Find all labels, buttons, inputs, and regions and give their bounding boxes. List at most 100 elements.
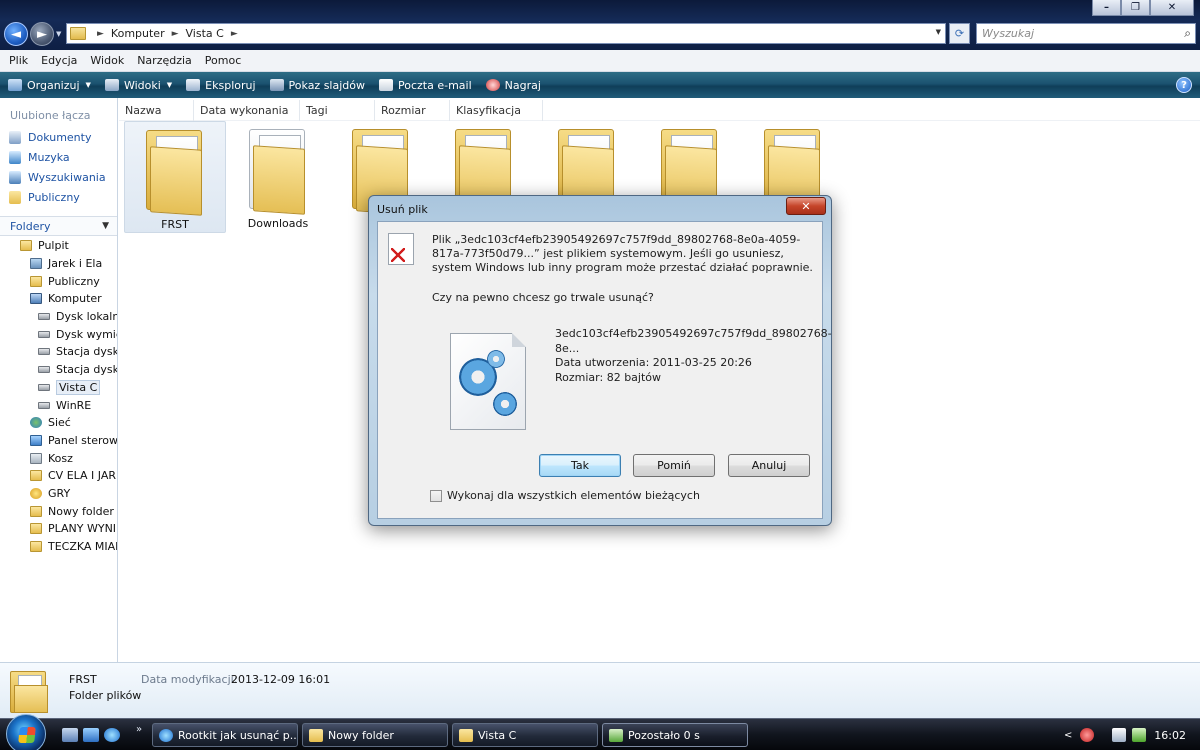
tree-item-kosz[interactable]: Kosz — [0, 449, 117, 467]
column-header-date-taken[interactable]: Data wykonania — [194, 100, 300, 121]
file-item-frst[interactable]: FRST — [124, 121, 226, 233]
close-button[interactable]: ✕ — [1150, 0, 1194, 16]
column-header-size[interactable]: Rozmiar — [375, 100, 450, 121]
taskbar-button-rootkit[interactable]: Rootkit jak usunąć p... — [152, 723, 298, 747]
tree-item-label: Vista C — [56, 379, 101, 395]
column-header-tags[interactable]: Tagi — [300, 100, 375, 121]
switch-windows-icon[interactable] — [83, 728, 99, 742]
organize-button[interactable]: Organizuj ▼ — [8, 79, 91, 92]
refresh-button[interactable]: ⟳ — [949, 23, 970, 44]
menu-pomoc[interactable]: Pomoc — [205, 54, 241, 67]
tree-item-dysk-lokalny[interactable]: Dysk lokalny — [0, 308, 117, 326]
menu-plik[interactable]: Plik — [9, 54, 28, 67]
details-pane: FRST Folder plików Data modyfikacji: 201… — [0, 662, 1200, 718]
folder-tree: Pulpit Jarek i Ela Publiczny Komputer Dy… — [0, 237, 117, 555]
column-header-name[interactable]: Nazwa — [119, 100, 194, 121]
taskbar-button-nowy-folder[interactable]: Nowy folder — [302, 723, 448, 747]
minimize-button[interactable]: – — [1092, 0, 1121, 16]
start-button[interactable] — [6, 714, 46, 750]
security-icon[interactable] — [1080, 728, 1095, 742]
tray-chevron[interactable]: < — [1064, 730, 1072, 741]
tree-item-siec[interactable]: Sieć — [0, 414, 117, 432]
favorite-link-label: Publiczny — [28, 190, 80, 204]
maximize-button[interactable]: ❐ — [1121, 0, 1150, 16]
tree-item-nowy-folder[interactable]: Nowy folder ( — [0, 502, 117, 520]
folder-icon — [30, 275, 42, 287]
drive-icon — [38, 330, 50, 338]
email-button[interactable]: Poczta e-mail — [379, 79, 472, 92]
battery-icon[interactable] — [1132, 728, 1147, 742]
forward-button[interactable]: ► — [30, 22, 54, 46]
skip-button[interactable]: Pomiń — [633, 454, 715, 477]
burn-button[interactable]: Nagraj — [485, 79, 541, 92]
command-bar: Organizuj ▼ Widoki ▼ Eksploruj Pokaz sla… — [0, 72, 1200, 98]
folder-icon — [243, 125, 313, 215]
tree-item-gry[interactable]: GRY — [0, 485, 117, 503]
address-dropdown-icon[interactable]: ▼ — [936, 28, 941, 36]
explore-button[interactable]: Eksploruj — [186, 79, 256, 92]
taskbar-button-vista-c[interactable]: Vista C — [452, 723, 598, 747]
progress-icon — [609, 728, 623, 742]
cancel-button[interactable]: Anuluj — [728, 454, 810, 477]
column-header-rating[interactable]: Klasyfikacja — [450, 100, 543, 121]
menu-narzedzia[interactable]: Narzędzia — [137, 54, 192, 67]
apply-to-all-checkbox[interactable]: Wykonaj dla wszystkich elementów bieżący… — [430, 489, 700, 502]
tree-item-stacja-dyskow-2[interactable]: Stacja dyskó — [0, 361, 117, 379]
address-bar[interactable]: ► Komputer ► Vista C ► ▼ — [66, 23, 946, 44]
dialog-message: Plik „3edc103cf4efb23905492697c757f9dd_8… — [432, 233, 813, 274]
dialog-close-button[interactable]: ✕ — [786, 197, 826, 215]
favorite-link-label: Dokumenty — [28, 130, 92, 144]
back-button[interactable]: ◄ — [4, 22, 28, 46]
favorite-link-documents[interactable]: Dokumenty — [0, 127, 117, 147]
file-item-label: FRST — [161, 218, 189, 231]
control-panel-icon — [30, 434, 42, 446]
tree-item-winre[interactable]: WinRE — [0, 396, 117, 414]
quick-launch-chevron[interactable]: » — [136, 724, 142, 735]
favorite-link-searches[interactable]: Wyszukiwania — [0, 167, 117, 187]
tree-item-panel-sterowania[interactable]: Panel sterowa — [0, 432, 117, 450]
tree-item-komputer[interactable]: Komputer — [0, 290, 117, 308]
ie-icon[interactable] — [104, 728, 120, 742]
tree-item-stacja-dyskow-1[interactable]: Stacja dyskó — [0, 343, 117, 361]
breadcrumb-separator-icon[interactable]: ► — [97, 29, 104, 39]
yes-button[interactable]: Tak — [539, 454, 621, 477]
search-placeholder: Wyszukaj — [982, 27, 1035, 40]
favorite-link-public[interactable]: Publiczny — [0, 187, 117, 207]
tree-item-dysk-wymienny[interactable]: Dysk wymie — [0, 325, 117, 343]
checkbox-box[interactable] — [430, 489, 442, 502]
network-icon[interactable] — [1112, 728, 1127, 742]
help-icon[interactable]: ? — [1176, 77, 1192, 93]
tree-item-vista-c[interactable]: Vista C — [0, 379, 117, 397]
views-button[interactable]: Widoki ▼ — [104, 78, 172, 92]
slideshow-button[interactable]: Pokaz slajdów — [269, 79, 365, 92]
taskbar-button-progress[interactable]: Pozostało 0 s — [602, 723, 748, 747]
recent-pages-chevron-icon[interactable]: ▼ — [56, 30, 61, 38]
clock[interactable]: 16:02 — [1154, 729, 1186, 742]
tree-item-publiczny[interactable]: Publiczny — [0, 272, 117, 290]
show-desktop-icon[interactable] — [62, 728, 78, 742]
file-item-downloads[interactable]: Downloads — [227, 121, 329, 233]
email-icon — [379, 79, 393, 91]
network-icon — [30, 417, 42, 429]
breadcrumb-separator-icon[interactable]: ► — [172, 29, 179, 39]
tree-item-plany-wynik[interactable]: PLANY WYNII — [0, 520, 117, 538]
tree-item-teczka-mian[interactable]: TECZKA MIAN — [0, 538, 117, 556]
breadcrumb-separator-icon[interactable]: ► — [231, 29, 238, 39]
search-icon[interactable]: ⌕ — [1184, 26, 1191, 41]
user-icon — [30, 258, 42, 270]
search-input[interactable]: Wyszukaj ⌕ — [976, 23, 1196, 44]
menu-widok[interactable]: Widok — [90, 54, 124, 67]
views-label: Widoki — [123, 78, 161, 92]
breadcrumb-komputer[interactable]: Komputer — [111, 27, 165, 40]
system-file-icon — [450, 333, 526, 430]
chevron-down-icon[interactable]: ▼ — [102, 221, 109, 231]
favorite-link-music[interactable]: Muzyka — [0, 147, 117, 167]
games-icon — [30, 487, 42, 499]
breadcrumb-vista-c[interactable]: Vista C — [186, 27, 224, 40]
details-name: FRST — [69, 673, 97, 686]
folders-header[interactable]: Foldery ▼ — [0, 216, 117, 236]
menu-edycja[interactable]: Edycja — [41, 54, 77, 67]
tree-item-pulpit[interactable]: Pulpit — [0, 237, 117, 255]
tree-item-jarek-i-ela[interactable]: Jarek i Ela — [0, 255, 117, 273]
tree-item-cv-ela-i-jarek[interactable]: CV ELA I JARE — [0, 467, 117, 485]
